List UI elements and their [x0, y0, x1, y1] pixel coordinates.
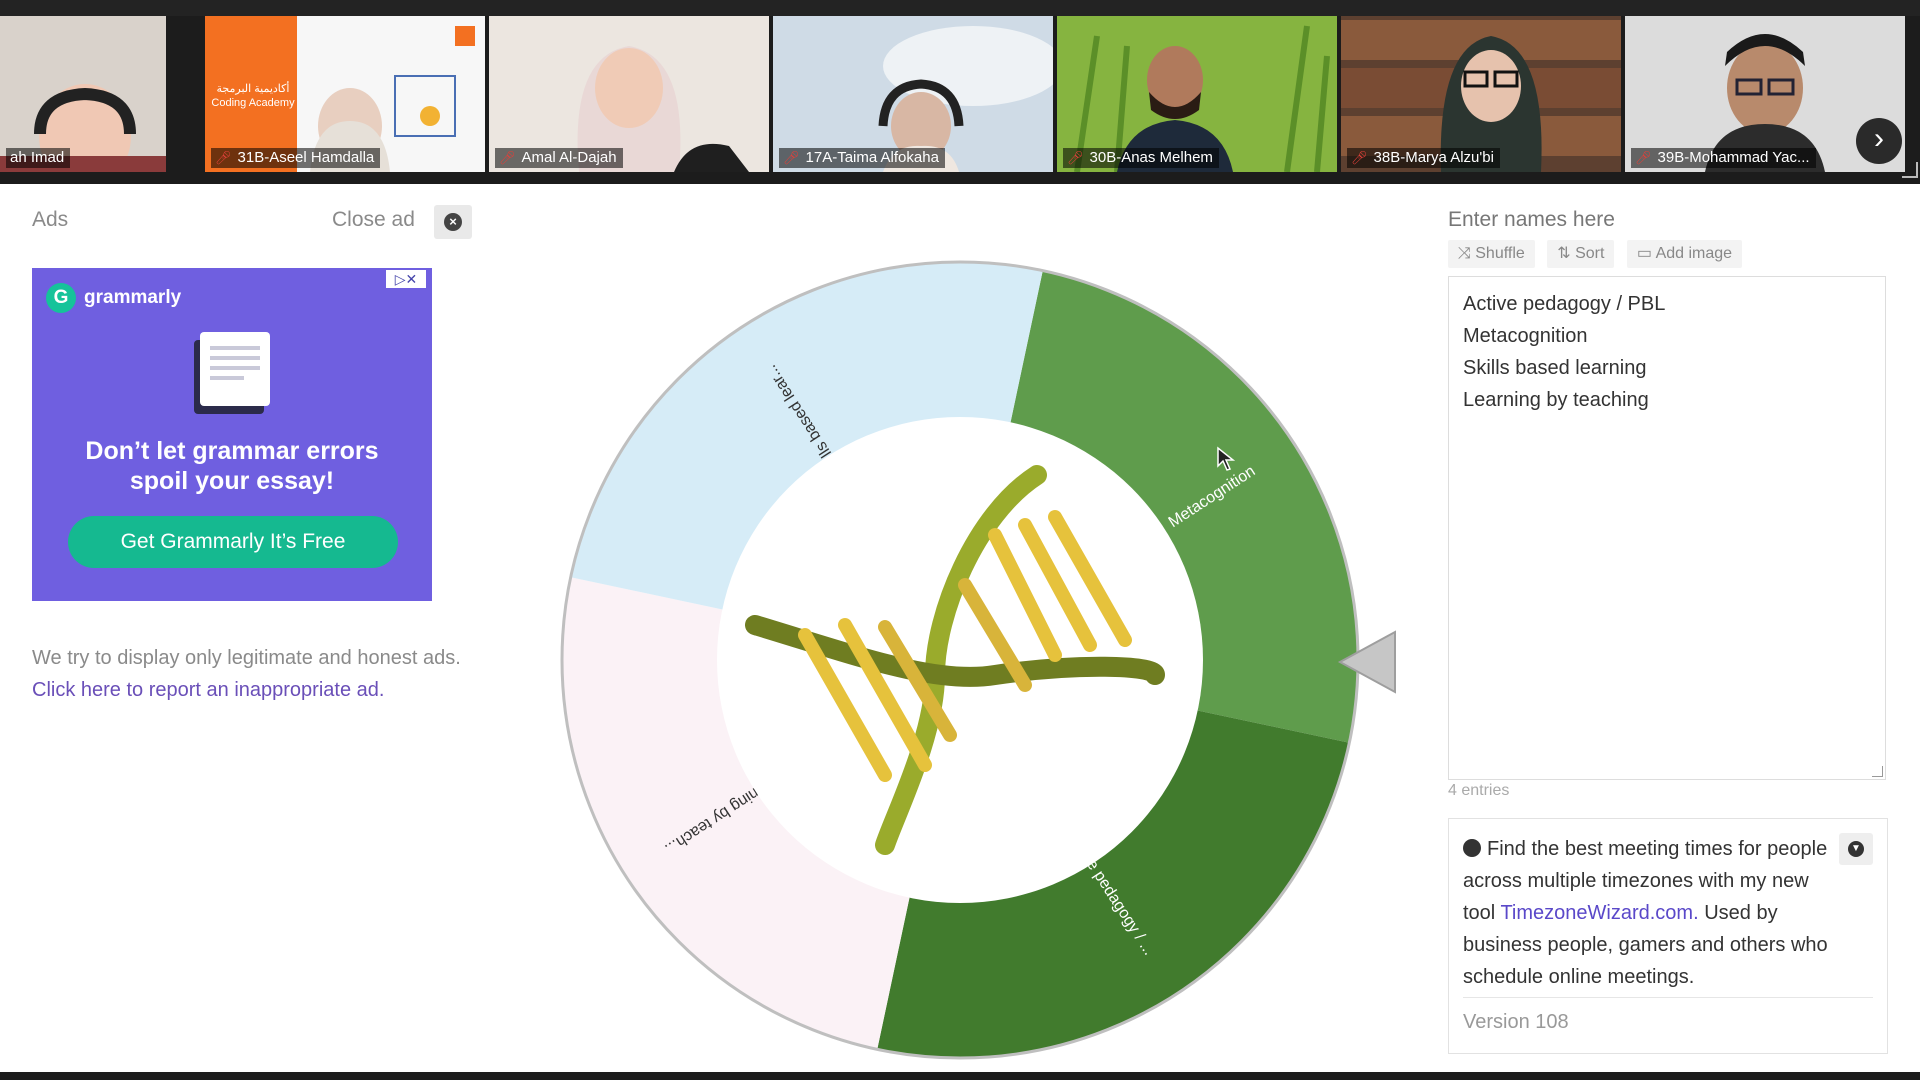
collapse-button[interactable]: ▼ [1839, 833, 1873, 865]
close-ad-label[interactable]: Close ad [332, 208, 415, 232]
shuffle-button[interactable]: ⤨ Shuffle [1448, 240, 1535, 268]
next-participants-button[interactable]: › [1856, 118, 1902, 164]
name-entry: Learning by teaching [1463, 389, 1649, 411]
timezonewizard-link[interactable]: TimezoneWizard.com. [1500, 902, 1698, 924]
participant-name: ah Imad [6, 148, 71, 168]
textarea-resize-handle[interactable] [1872, 766, 1883, 777]
participant-tile[interactable]: 🎤︎ Amal Al-Dajah [489, 16, 769, 172]
timezone-promo-text: Find the best meeting times for people a… [1463, 838, 1828, 988]
mic-muted-icon: 🎤︎ [783, 150, 800, 165]
sort-button[interactable]: ⇅ Sort [1547, 240, 1615, 268]
get-grammarly-button[interactable]: Get Grammarly It’s Free [68, 516, 398, 568]
participant-tile[interactable]: 🎤︎ 38B-Marya Alzu'bi [1341, 16, 1621, 172]
chevron-right-icon: › [1874, 122, 1884, 155]
close-ad-button[interactable]: × [434, 205, 472, 239]
name-entry: Active pedagogy / PBL [1463, 293, 1666, 315]
participant-name: 🎤︎ 31B-Aseel Hamdalla [211, 148, 381, 168]
names-title: Enter names here [1448, 208, 1615, 231]
mic-muted-icon: 🎤︎ [1067, 150, 1084, 165]
participant-name: 🎤︎ 30B-Anas Melhem [1063, 148, 1219, 168]
participant-name: 🎤︎ 39B-Mohammad Yac... [1631, 148, 1816, 168]
names-textarea[interactable]: Active pedagogy / PBL Metacognition Skil… [1448, 276, 1886, 780]
participant-tile[interactable]: 🎤︎ 17A-Taima Alfokaha [773, 16, 1053, 172]
close-icon: × [444, 213, 462, 231]
bottom-bar [0, 1072, 1920, 1080]
divider [1463, 997, 1873, 998]
version-label: Version 108 [1463, 1011, 1569, 1033]
sort-icon: ⇅ [1557, 245, 1576, 262]
ad-disclaimer: We try to display only legitimate and ho… [32, 647, 461, 701]
timezone-promo: Find the best meeting times for people a… [1448, 818, 1888, 1054]
image-icon: ▭ [1636, 245, 1656, 262]
mic-muted-icon: 🎤︎ [215, 150, 232, 165]
ads-label: Ads [32, 208, 69, 231]
strip-top-bar [0, 0, 1920, 16]
mic-muted-icon: 🎤︎ [1635, 150, 1652, 165]
grammarly-brand: Ggrammarly [46, 283, 181, 313]
mic-muted-icon: 🎤︎ [499, 150, 516, 165]
mouse-cursor-icon [1217, 446, 1236, 471]
entries-count: 4 entries [1448, 782, 1510, 799]
names-toolbar: ⤨ Shuffle ⇅ Sort ▭ Add image [1448, 240, 1750, 268]
name-entry: Metacognition [1463, 325, 1588, 347]
participant-strip: ah Imad أكاديمية البرمجة Coding Academy … [0, 0, 1920, 184]
participant-name: 🎤︎ Amal Al-Dajah [495, 148, 623, 168]
resize-handle[interactable] [1902, 162, 1918, 178]
ad-headline: Don’t let grammar errors spoil your essa… [85, 437, 379, 495]
shuffle-icon: ⤨ [1458, 245, 1476, 262]
grammarly-ad[interactable]: ▷✕ Ggrammarly Don’t let grammar errors s… [32, 268, 432, 601]
participant-tile[interactable]: ah Imad [0, 16, 166, 172]
grammarly-logo-icon: G [46, 283, 76, 313]
participant-name: 🎤︎ 38B-Marya Alzu'bi [1347, 148, 1500, 168]
coding-academy-logo: أكاديمية البرمجة Coding Academy [211, 83, 295, 109]
spinning-wheel[interactable]: MetacognitionActive pedagogy / ...Learni… [555, 255, 1405, 1075]
adchoices-icon[interactable]: ▷✕ [386, 270, 426, 288]
add-image-button[interactable]: ▭ Add image [1626, 240, 1743, 268]
name-entry: Skills based learning [1463, 357, 1647, 379]
participant-tile[interactable]: 🎤︎ 30B-Anas Melhem [1057, 16, 1337, 172]
clock-icon [1463, 839, 1481, 857]
report-ad-link[interactable]: Click here to report an inappropriate ad… [32, 679, 384, 701]
participant-name: 🎤︎ 17A-Taima Alfokaha [779, 148, 945, 168]
mic-muted-icon: 🎤︎ [1351, 150, 1368, 165]
chevron-down-icon: ▼ [1848, 841, 1864, 857]
participant-tile[interactable]: أكاديمية البرمجة Coding Academy 🎤︎ 31B-As… [205, 16, 485, 172]
document-icon [194, 332, 270, 414]
